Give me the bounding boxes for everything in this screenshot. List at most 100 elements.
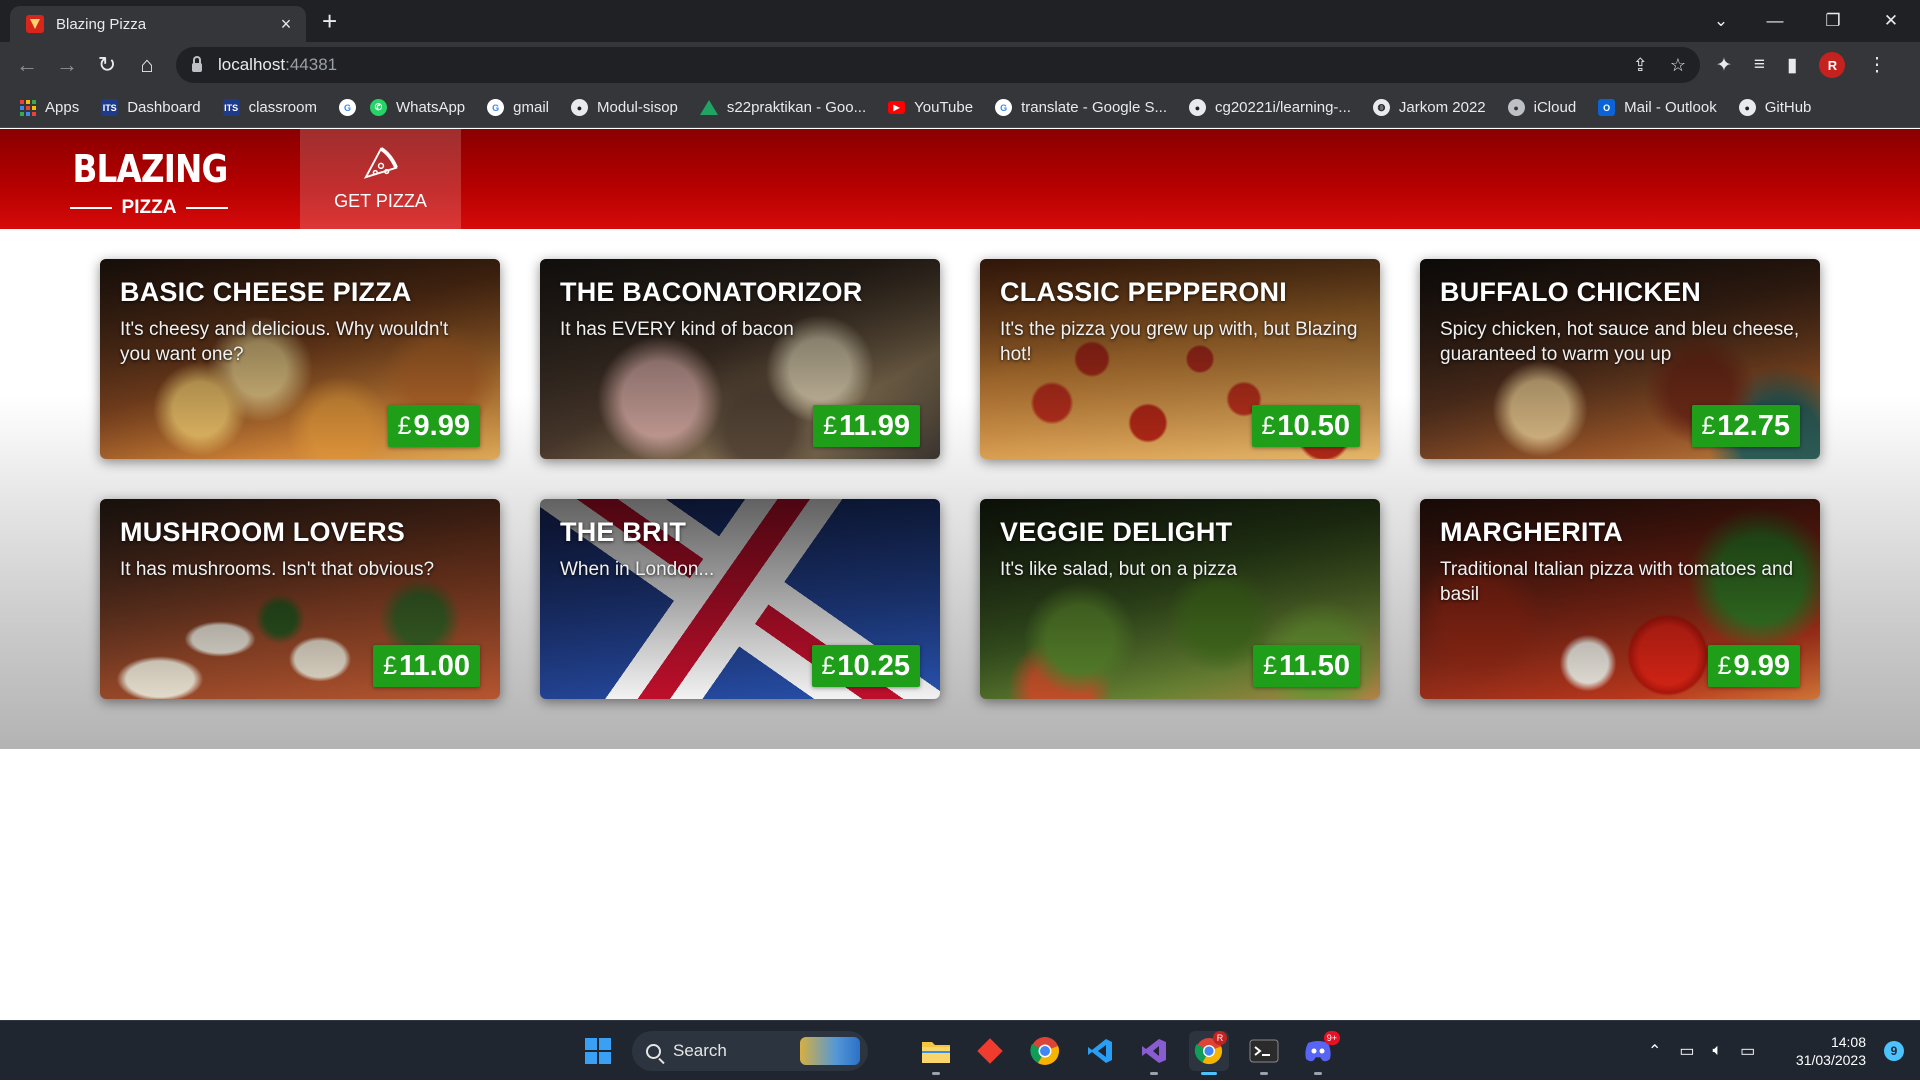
- nav-get-pizza-label: GET PIZZA: [334, 191, 427, 211]
- chrome-profile-badge: R: [1213, 1031, 1227, 1045]
- bookmark-google[interactable]: G: [338, 99, 356, 116]
- chrome-profile-icon[interactable]: R: [1189, 1031, 1229, 1075]
- taskbar-search[interactable]: Search: [632, 1031, 868, 1071]
- restore-button[interactable]: ❐: [1806, 0, 1860, 42]
- bookmarks-bar: Apps ITS Dashboard ITS classroom G ✆ Wha…: [0, 88, 1920, 128]
- volume-icon[interactable]: 🔈︎: [1713, 1042, 1723, 1060]
- bookmark-dashboard[interactable]: ITS Dashboard: [101, 99, 201, 116]
- bookmark-whatsapp[interactable]: ✆ WhatsApp: [369, 99, 465, 116]
- tab-search-dropdown-icon[interactable]: ⌄: [1694, 0, 1748, 42]
- pizza-specials-list: Basic Cheese Pizza It's cheesy and delici…: [0, 229, 1920, 749]
- bookmark-classroom[interactable]: ITS classroom: [222, 99, 317, 116]
- minimize-button[interactable]: —: [1748, 0, 1802, 42]
- pizza-description: It has mushrooms. Isn't that obvious?: [120, 559, 435, 580]
- side-panel-icon[interactable]: ▮: [1787, 54, 1797, 77]
- pizza-price: £11.50: [1253, 645, 1360, 687]
- vscode-icon[interactable]: [1080, 1031, 1120, 1071]
- search-label: Search: [673, 1041, 727, 1060]
- pizza-name: Basic Cheese Pizza: [120, 277, 412, 307]
- clock-time: 14:08: [1830, 1034, 1866, 1050]
- bookmark-cg20221i[interactable]: ● cg20221i/learning-...: [1188, 99, 1351, 116]
- currency-symbol: £: [823, 411, 838, 440]
- pizza-name: Buffalo chicken: [1440, 277, 1701, 307]
- pizza-special-card[interactable]: Buffalo chicken Spicy chicken, hot sauce …: [1420, 259, 1820, 459]
- bookmark-apps[interactable]: Apps: [20, 99, 79, 116]
- globe-icon: ◍: [1372, 99, 1390, 116]
- address-bar[interactable]: localhost:44381 ⇪ ☆: [176, 47, 1700, 83]
- currency-symbol: £: [383, 651, 398, 680]
- back-button[interactable]: ←: [12, 51, 42, 79]
- blazing-pizza-logo[interactable]: BLAZING PIZZA: [60, 147, 238, 218]
- pizza-description: When in London...: [560, 559, 715, 580]
- taskbar-clock[interactable]: 14:08 31/03/2023: [1796, 1033, 1866, 1069]
- bookmark-icloud[interactable]: ● iCloud: [1507, 99, 1576, 116]
- pizza-price: £11.00: [373, 645, 480, 687]
- new-tab-button[interactable]: +: [322, 8, 337, 34]
- pizza-special-card[interactable]: Mushroom Lovers It has mushrooms. Isn't t…: [100, 499, 500, 699]
- lock-icon[interactable]: [192, 55, 202, 72]
- price-value: 11.50: [1279, 649, 1350, 682]
- currency-symbol: £: [821, 651, 836, 680]
- pizza-name: Classic pepperoni: [1000, 277, 1287, 307]
- price-value: 12.75: [1717, 409, 1790, 442]
- pizza-special-card[interactable]: Classic pepperoni It's the pizza you grew…: [980, 259, 1380, 459]
- home-button[interactable]: ⌂: [132, 51, 162, 79]
- url-text: localhost:44381: [218, 55, 338, 74]
- pizza-name: The Brit: [560, 517, 687, 547]
- logo-main-text: BLAZING: [72, 147, 228, 191]
- pizza-description: It's like salad, but on a pizza: [1000, 559, 1238, 580]
- windows-start-icon[interactable]: [578, 1031, 618, 1071]
- pizza-special-card[interactable]: Basic Cheese Pizza It's cheesy and delici…: [100, 259, 500, 459]
- nav-get-pizza[interactable]: GET PIZZA: [300, 129, 461, 229]
- currency-symbol: £: [1261, 411, 1276, 440]
- chrome-icon[interactable]: [1025, 1031, 1065, 1071]
- chrome-menu-icon[interactable]: ⋮: [1867, 54, 1886, 77]
- browser-toolbar: ← → ↻ ⌂ localhost:44381 ⇪ ☆ ✦ ≡ ▮ R ⋮: [0, 42, 1920, 88]
- pizza-name: Margherita: [1440, 517, 1623, 547]
- profile-avatar[interactable]: R: [1819, 52, 1846, 78]
- discord-icon[interactable]: 9+: [1298, 1031, 1340, 1075]
- extensions-puzzle-icon[interactable]: ✦: [1716, 54, 1732, 77]
- reload-button[interactable]: ↻: [92, 51, 122, 79]
- bookmark-gmail[interactable]: G gmail: [487, 99, 549, 116]
- show-hidden-icons-chevron-icon[interactable]: ⌃: [1648, 1041, 1661, 1061]
- github-icon: ●: [571, 99, 589, 116]
- pizza-description: It has EVERY kind of bacon: [560, 319, 794, 340]
- bookmark-outlook[interactable]: O Mail - Outlook: [1598, 99, 1717, 116]
- visual-studio-icon[interactable]: [1134, 1031, 1174, 1075]
- terminal-icon[interactable]: [1244, 1031, 1284, 1075]
- notification-count-badge[interactable]: 9: [1884, 1041, 1904, 1061]
- bookmark-modul-sisop[interactable]: ● Modul-sisop: [571, 99, 678, 116]
- media-queue-icon[interactable]: ≡: [1754, 54, 1765, 76]
- clock-date: 31/03/2023: [1795, 1052, 1866, 1068]
- pizza-price: £10.25: [811, 645, 920, 687]
- pizza-special-card[interactable]: Margherita Traditional Italian pizza with…: [1420, 499, 1820, 699]
- forward-button[interactable]: →: [52, 51, 82, 79]
- file-explorer-icon[interactable]: [916, 1031, 956, 1075]
- tab-close-icon[interactable]: ×: [276, 14, 296, 35]
- pizza-name: Veggie Delight: [1000, 517, 1233, 547]
- pizza-slice-icon: [363, 147, 398, 179]
- bookmark-github[interactable]: ● GitHub: [1738, 99, 1811, 116]
- network-icon[interactable]: ▭: [1679, 1041, 1694, 1061]
- price-value: 9.99: [1733, 649, 1790, 682]
- pizza-special-card[interactable]: The Brit When in London... £10.25: [540, 499, 940, 699]
- github-icon: ●: [1188, 99, 1206, 116]
- discord-badge: 9+: [1323, 1031, 1340, 1045]
- battery-icon[interactable]: ▭: [1740, 1041, 1755, 1061]
- pizza-favicon-icon: [26, 15, 44, 33]
- apps-grid-icon: [20, 99, 36, 116]
- bookmark-s22praktikan[interactable]: s22praktikan - Goo...: [699, 99, 866, 116]
- share-icon[interactable]: ⇪: [1633, 55, 1648, 76]
- browser-tab[interactable]: Blazing Pizza ×: [10, 6, 306, 42]
- github-icon: ●: [1738, 99, 1756, 116]
- git-icon[interactable]: [970, 1031, 1010, 1071]
- bookmark-translate[interactable]: G translate - Google S...: [995, 99, 1167, 116]
- pizza-special-card[interactable]: Veggie Delight It's like salad, but on a …: [980, 499, 1380, 699]
- close-window-button[interactable]: ✕: [1864, 0, 1918, 42]
- pizza-special-card[interactable]: The Baconatorizor It has EVERY kind of ba…: [540, 259, 940, 459]
- bookmark-jarkom[interactable]: ◍ Jarkom 2022: [1372, 99, 1486, 116]
- bookmark-star-icon[interactable]: ☆: [1670, 55, 1686, 76]
- pizza-name: The Baconatorizor: [560, 277, 863, 307]
- bookmark-youtube[interactable]: ▶ YouTube: [888, 99, 973, 116]
